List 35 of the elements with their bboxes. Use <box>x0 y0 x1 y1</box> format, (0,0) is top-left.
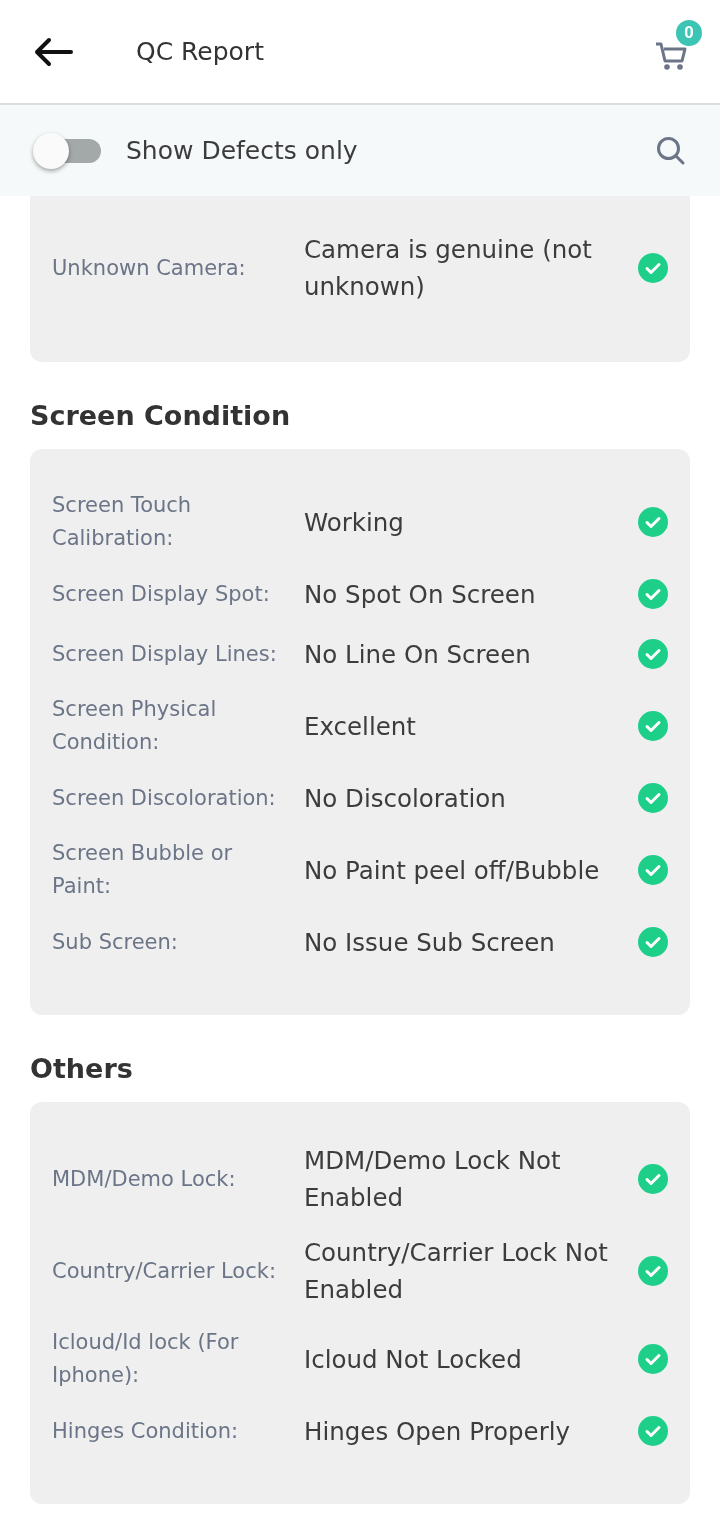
toggle-label: Show Defects only <box>126 136 358 165</box>
check-result: No Issue Sub Screen <box>304 926 556 959</box>
section-title: Others <box>30 1052 134 1086</box>
check-label: Unknown Camera: <box>52 254 247 282</box>
check-result: Icloud Not Locked <box>304 1343 523 1376</box>
section-title: Screen Condition <box>30 399 292 433</box>
check-result: Excellent <box>304 710 417 743</box>
cart-button[interactable]: 0 <box>654 19 702 76</box>
defects-toggle[interactable] <box>33 132 101 169</box>
cart-count-badge: 0 <box>676 19 702 46</box>
search-button[interactable] <box>656 135 686 166</box>
check-label: Hinges Condition: <box>52 1417 240 1445</box>
check-result: Working <box>304 506 405 539</box>
check-result: No Paint peel off/Bubble <box>304 854 601 887</box>
page-title: QC Report <box>136 37 264 66</box>
check-result: No Discoloration <box>304 782 507 815</box>
check-label: Screen Physical Condition: <box>52 696 218 756</box>
check-label: MDM/Demo Lock: <box>52 1165 237 1193</box>
check-result: MDM/Demo Lock Not Enabled <box>304 1145 562 1214</box>
search-icon <box>656 135 686 166</box>
check-label: Screen Display Spot: <box>52 580 271 608</box>
check-label: Screen Display Lines: <box>52 640 278 668</box>
check-label: Country/Carrier Lock: <box>52 1257 277 1285</box>
check-label: Screen Discoloration: <box>52 784 277 812</box>
check-label: Screen Bubble or Paint: <box>52 840 234 900</box>
back-button[interactable] <box>33 36 73 67</box>
check-result: Camera is genuine (not unknown) <box>304 234 593 303</box>
check-result: Hinges Open Properly <box>304 1415 572 1448</box>
check-result: No Spot On Screen <box>304 578 537 611</box>
check-label: Screen Touch Calibration: <box>52 492 193 552</box>
check-label: Icloud/Id lock (For Iphone): <box>52 1329 240 1389</box>
back-arrow-icon <box>33 36 73 67</box>
check-label: Sub Screen: <box>52 928 179 956</box>
check-result: Country/Carrier Lock Not Enabled <box>304 1237 609 1306</box>
check-result: No Line On Screen <box>304 638 532 671</box>
